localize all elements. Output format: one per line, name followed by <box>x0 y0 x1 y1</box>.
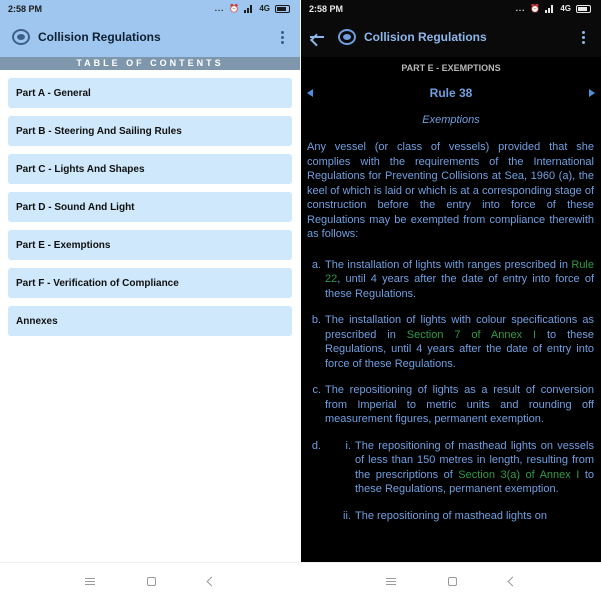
status-time: 2:58 PM <box>8 3 43 14</box>
app-bar: Collision Regulations <box>0 17 300 57</box>
back-nav-icon[interactable] <box>206 576 217 587</box>
next-rule-icon[interactable] <box>589 89 595 97</box>
network-type: 4G <box>259 4 270 13</box>
home-icon[interactable] <box>147 577 156 586</box>
status-time: 2:58 PM <box>309 3 344 14</box>
signal-icon <box>545 4 555 13</box>
signal-icon <box>244 4 254 13</box>
app-title: Collision Regulations <box>38 30 161 44</box>
sub-list-item: ii. The repositioning of masthead lights… <box>343 509 548 522</box>
imo-logo-icon <box>338 29 356 45</box>
toc-item-part-d[interactable]: Part D - Sound And Light <box>8 192 292 222</box>
rule-items: a. The installation of lights with range… <box>301 258 601 536</box>
alarm-icon: ⏰ <box>229 4 240 13</box>
toc-item-part-e[interactable]: Part E - Exemptions <box>8 230 292 260</box>
status-bar: 2:58 PM ... ⏰ 4G <box>301 0 601 17</box>
list-item: d. i. The repositioning of masthead ligh… <box>311 439 595 522</box>
app-bar: Collision Regulations <box>301 17 601 57</box>
toc-screen: 2:58 PM ... ⏰ 4G Collision Regulations T… <box>0 0 300 600</box>
toc-list: Part A - General Part B - Steering And S… <box>8 78 292 344</box>
previous-rule-icon[interactable] <box>307 89 313 97</box>
list-item: b. The installation of lights with colou… <box>311 314 594 370</box>
rule-title: Rule 38 <box>429 86 473 100</box>
section-3a-annex-i-link[interactable]: Section 3(a) of Annex I <box>458 469 579 481</box>
toc-item-part-c[interactable]: Part C - Lights And Shapes <box>8 154 292 184</box>
rule-intro: Any vessel (or class of vessels) provide… <box>307 141 594 240</box>
notification-dots: ... <box>214 4 225 13</box>
part-title: PART E - EXEMPTIONS <box>401 63 501 73</box>
overflow-menu-icon[interactable] <box>272 25 292 49</box>
notification-dots: ... <box>515 4 526 13</box>
recent-apps-icon[interactable] <box>386 578 396 585</box>
list-item: c. The repositioning of lights as a resu… <box>312 384 594 425</box>
alarm-icon: ⏰ <box>530 4 541 13</box>
system-nav-bar <box>301 562 601 600</box>
home-icon[interactable] <box>448 577 457 586</box>
app-title: Collision Regulations <box>364 30 487 44</box>
rule-subtitle: Exemptions <box>422 114 480 126</box>
toc-item-part-f[interactable]: Part F - Verification of Compliance <box>8 268 292 298</box>
list-item: a. The installation of lights with range… <box>311 258 594 300</box>
overflow-menu-icon[interactable] <box>573 25 593 49</box>
toc-item-part-a[interactable]: Part A - General <box>8 78 292 108</box>
system-nav-bar <box>0 562 300 600</box>
toc-header: TABLE OF CONTENTS <box>0 57 300 70</box>
back-arrow-icon[interactable] <box>308 30 324 44</box>
back-nav-icon[interactable] <box>507 576 518 587</box>
rule-content[interactable]: PART E - EXEMPTIONS Rule 38 Exemptions A… <box>301 57 601 562</box>
section-7-annex-i-link[interactable]: Section 7 of Annex I <box>407 329 536 341</box>
recent-apps-icon[interactable] <box>85 578 95 585</box>
network-type: 4G <box>560 4 571 13</box>
battery-icon <box>576 4 591 13</box>
imo-logo-icon <box>12 29 30 45</box>
toc-item-annexes[interactable]: Annexes <box>8 306 292 336</box>
battery-icon <box>275 4 290 13</box>
toc-item-part-b[interactable]: Part B - Steering And Sailing Rules <box>8 116 292 146</box>
sub-list-item: i. The repositioning of masthead lights … <box>345 439 595 496</box>
rule-detail-screen: 2:58 PM ... ⏰ 4G Collision Regulations P… <box>301 0 601 600</box>
status-bar: 2:58 PM ... ⏰ 4G <box>0 0 300 17</box>
